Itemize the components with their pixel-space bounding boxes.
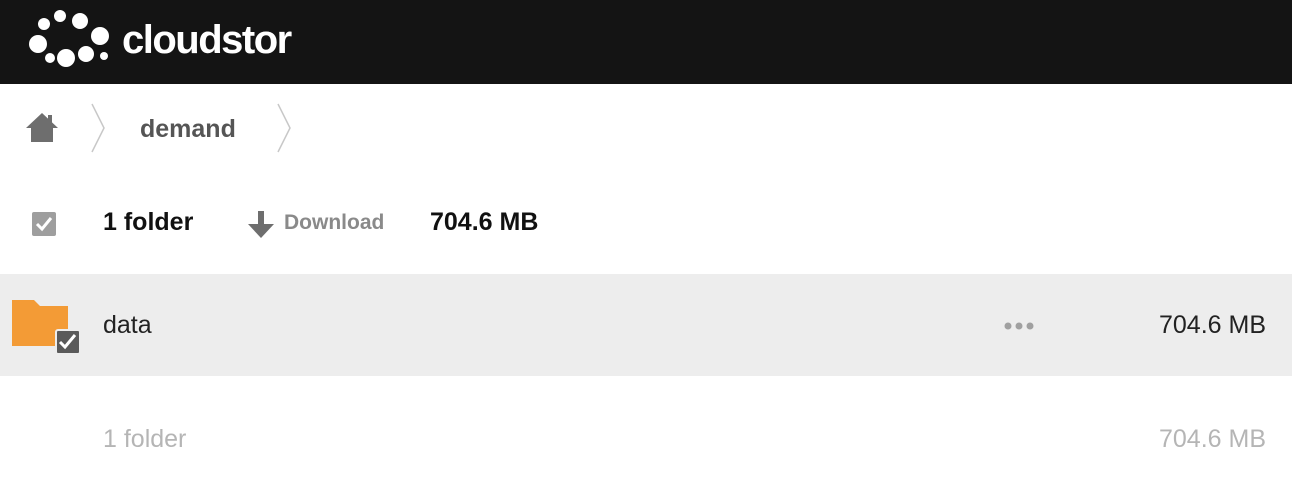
select-all-checkbox[interactable] <box>32 212 56 236</box>
cloud-bubbles-icon <box>29 10 109 67</box>
breadcrumb-item-demand[interactable]: demand <box>140 114 236 144</box>
selection-size: 704.6 MB <box>430 208 539 236</box>
breadcrumb: demand <box>0 84 1292 174</box>
check-icon <box>35 217 53 232</box>
download-label: Download <box>284 211 385 234</box>
cloudstor-logo[interactable]: cloudstor <box>28 10 298 70</box>
brand-name: cloudstor <box>122 18 292 62</box>
download-arrow-icon <box>248 211 274 238</box>
home-icon[interactable] <box>24 110 60 146</box>
file-row[interactable]: data 704.6 MB <box>0 274 1292 376</box>
file-size: 704.6 MB <box>1158 311 1266 339</box>
summary-count: 1 folder <box>103 425 187 453</box>
breadcrumb-separator-icon <box>91 103 105 153</box>
file-name[interactable]: data <box>103 310 152 340</box>
top-bar: cloudstor <box>0 0 1292 84</box>
list-summary: 1 folder 704.6 MB <box>0 376 1292 502</box>
summary-size: 704.6 MB <box>1158 425 1266 453</box>
selection-toolbar: 1 folder Download 704.6 MB <box>0 174 1292 274</box>
more-dots-icon[interactable] <box>1000 310 1040 340</box>
folder-icon <box>12 300 81 355</box>
selection-count: 1 folder <box>103 208 194 236</box>
breadcrumb-separator-icon <box>277 103 291 153</box>
